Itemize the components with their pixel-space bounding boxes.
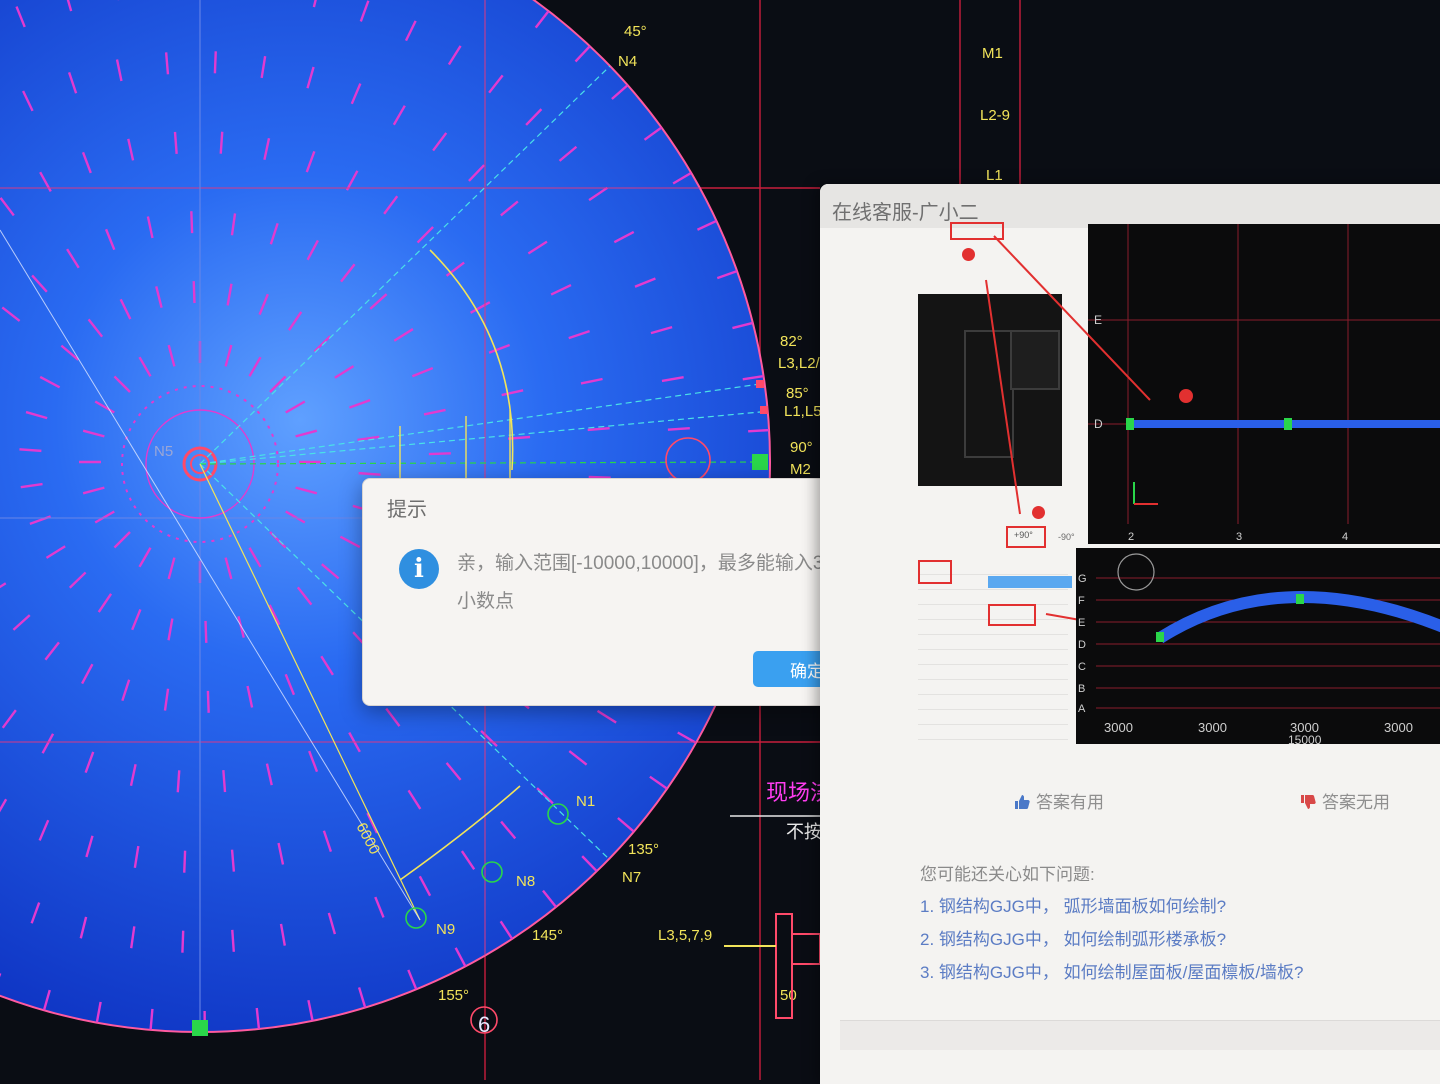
radial-dash bbox=[182, 931, 183, 953]
arc-label-e: E bbox=[1078, 617, 1085, 629]
related-questions-list: 1. 钢结构GJG中， 弧形墙面板如何绘制? 2. 钢结构GJG中， 如何绘制弧… bbox=[920, 892, 1440, 991]
grid-label-2: 2 bbox=[1128, 531, 1134, 543]
answer-screenshot-arc: G F E D C B A 3000 3000 3000 3000 15000 bbox=[1076, 548, 1440, 744]
arc-dim-2: 3000 bbox=[1198, 720, 1227, 735]
label-m1: M1 bbox=[982, 45, 1003, 62]
label-l2-9: L2-9 bbox=[980, 107, 1010, 124]
label-82deg: 82° bbox=[780, 333, 803, 350]
answer-screenshot-plan: E D 2 3 4 bbox=[1088, 224, 1440, 544]
radial-dash bbox=[184, 851, 185, 873]
prompt-title: 提示 bbox=[387, 493, 427, 522]
label-155deg: 155° bbox=[438, 987, 469, 1004]
label-n4: N4 bbox=[618, 53, 637, 70]
label-l3579: L3,5,7,9 bbox=[658, 927, 712, 944]
grid-label-4: 4 bbox=[1342, 531, 1348, 543]
radial-dash bbox=[748, 430, 770, 431]
label-l1: L1 bbox=[986, 167, 1003, 184]
radial-dash bbox=[221, 132, 222, 154]
radial-dash bbox=[191, 211, 192, 233]
radial-dash bbox=[178, 770, 179, 792]
label-column-6: 6 bbox=[478, 1012, 490, 1037]
related-question-text: 如何绘制屋面板/屋面檩板/墙板? bbox=[1064, 963, 1304, 982]
related-product: 钢结构GJG中， bbox=[939, 930, 1059, 949]
answer-useful-label: 答案有用 bbox=[1036, 793, 1104, 812]
related-question-text: 弧形墙面板如何绘制? bbox=[1064, 897, 1226, 916]
highlight-box-plus90: +90° bbox=[1006, 526, 1046, 548]
answer-useful-button[interactable]: 答案有用 bbox=[1014, 788, 1104, 813]
answer-useless-button[interactable]: 答案无用 bbox=[1300, 788, 1390, 813]
radial-dash bbox=[194, 281, 195, 303]
radial-dash bbox=[208, 691, 209, 713]
related-question-3[interactable]: 3. 钢结构GJG中， 如何绘制屋面板/屋面檩板/墙板? bbox=[920, 958, 1440, 983]
label-dim-50: 50 bbox=[780, 987, 797, 1004]
label-145deg: 145° bbox=[532, 927, 563, 944]
answer-useless-label: 答案无用 bbox=[1322, 793, 1390, 812]
radial-dash bbox=[429, 453, 451, 454]
radial-dash bbox=[508, 437, 530, 439]
grid-label-3: 3 bbox=[1236, 531, 1242, 543]
arc-label-c: C bbox=[1078, 661, 1086, 673]
arc-dim-4: 3000 bbox=[1384, 720, 1413, 735]
arc-label-a: A bbox=[1078, 703, 1086, 715]
arc-label-g: G bbox=[1078, 573, 1087, 585]
label-45deg: 45° bbox=[624, 23, 647, 40]
axis-label-e: E bbox=[1094, 313, 1102, 327]
selected-row bbox=[988, 576, 1072, 588]
radial-dash bbox=[19, 449, 41, 451]
marker-dot-2 bbox=[1032, 506, 1045, 519]
radial-dash bbox=[175, 132, 177, 154]
prompt-message: 亲，输入范围[-10000,10000]，最多能输入3位小数点 bbox=[457, 545, 847, 621]
related-question-text: 如何绘制弧形楼承板? bbox=[1064, 930, 1226, 949]
thumbs-up-icon bbox=[1014, 794, 1030, 810]
label-n5: N5 bbox=[154, 443, 173, 460]
related-product: 钢结构GJG中， bbox=[939, 897, 1059, 916]
radial-dash bbox=[668, 428, 690, 430]
label-m2: M2 bbox=[790, 461, 811, 478]
highlight-box-value bbox=[988, 604, 1036, 626]
label-85deg: 85° bbox=[786, 385, 809, 402]
label-n8: N8 bbox=[516, 873, 535, 890]
related-questions-title: 您可能还关心如下问题: bbox=[920, 860, 1095, 885]
radial-dash bbox=[232, 930, 234, 952]
arc-label-b: B bbox=[1078, 683, 1085, 695]
related-num: 2. bbox=[920, 930, 934, 949]
related-question-2[interactable]: 2. 钢结构GJG中， 如何绘制弧形楼承板? bbox=[920, 925, 1440, 950]
highlight-box bbox=[950, 222, 1004, 240]
label-90deg: 90° bbox=[790, 439, 813, 456]
support-title: 在线客服-广小二 bbox=[832, 196, 979, 225]
plus90-text: +90° bbox=[1014, 530, 1033, 540]
minus90-text: -90° bbox=[1058, 532, 1075, 542]
label-n7: N7 bbox=[622, 869, 641, 886]
marker-dot bbox=[962, 248, 975, 261]
axis-label-d: D bbox=[1094, 417, 1103, 431]
radial-dash bbox=[215, 51, 216, 73]
prompt-dialog[interactable]: 提示 ✕ i 亲，输入范围[-10000,10000]，最多能输入3位小数点 确… bbox=[362, 478, 876, 706]
label-135deg: 135° bbox=[628, 841, 659, 858]
related-question-1[interactable]: 1. 钢结构GJG中， 弧形墙面板如何绘制? bbox=[920, 892, 1440, 917]
online-support-panel[interactable]: 在线客服-广小二 +90° -90° E D 2 3 4 bbox=[820, 184, 1440, 1084]
arc-label-f: F bbox=[1078, 595, 1085, 607]
label-n9: N9 bbox=[436, 921, 455, 938]
radial-dash bbox=[223, 770, 225, 792]
support-header[interactable]: 在线客服-广小二 bbox=[820, 184, 1440, 228]
arc-dim-total: 15000 bbox=[1288, 733, 1322, 744]
related-product: 钢结构GJG中， bbox=[939, 963, 1059, 982]
arc-dim-1: 3000 bbox=[1104, 720, 1133, 735]
thumbs-down-icon bbox=[1300, 794, 1316, 810]
info-icon: i bbox=[399, 549, 439, 589]
chat-input-area[interactable] bbox=[840, 1020, 1440, 1050]
radial-dash bbox=[359, 473, 381, 475]
highlight-box-prop bbox=[918, 560, 952, 584]
related-num: 3. bbox=[920, 963, 934, 982]
related-num: 1. bbox=[920, 897, 934, 916]
radial-dash bbox=[206, 621, 207, 643]
arc-label-d: D bbox=[1078, 639, 1086, 651]
answer-screenshot-section bbox=[918, 294, 1062, 486]
label-n1: N1 bbox=[576, 793, 595, 810]
